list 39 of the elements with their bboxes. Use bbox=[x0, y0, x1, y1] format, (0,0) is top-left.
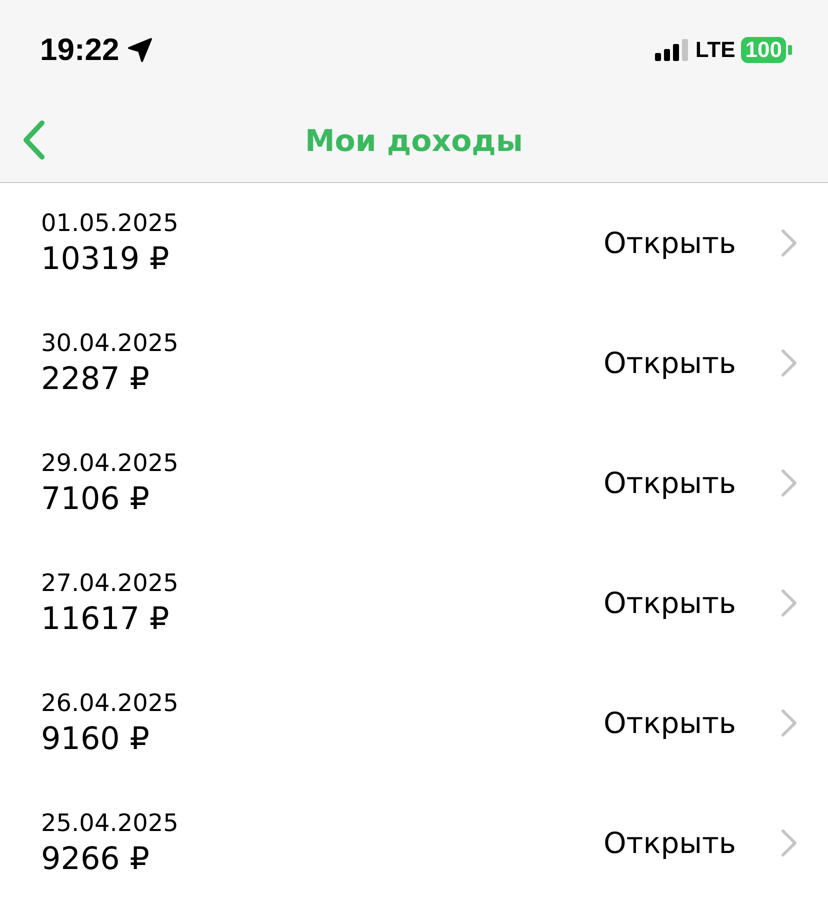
open-link[interactable]: Открыть bbox=[603, 706, 736, 740]
screen-title: Мои доходы bbox=[304, 124, 524, 158]
open-link[interactable]: Открыть bbox=[603, 826, 736, 860]
income-amount: 11617 ₽ bbox=[41, 601, 170, 637]
income-date: 29.04.2025 bbox=[41, 449, 180, 477]
open-link[interactable]: Открыть bbox=[603, 466, 736, 500]
income-row[interactable]: 26.04.2025 9160 ₽ Открыть bbox=[0, 663, 828, 783]
income-row[interactable]: 25.04.2025 9266 ₽ Открыть bbox=[0, 783, 828, 903]
income-row[interactable]: 29.04.2025 7106 ₽ Открыть bbox=[0, 423, 828, 543]
income-date: 27.04.2025 bbox=[41, 569, 180, 597]
chevron-right-icon bbox=[780, 828, 798, 858]
chevron-right-icon bbox=[780, 468, 798, 498]
income-date: 30.04.2025 bbox=[41, 329, 180, 357]
network-label: LTE bbox=[695, 37, 736, 63]
income-date: 26.04.2025 bbox=[41, 689, 180, 717]
income-row[interactable]: 01.05.2025 10319 ₽ Открыть bbox=[0, 183, 828, 303]
income-amount: 9160 ₽ bbox=[41, 721, 150, 757]
location-arrow-icon bbox=[127, 37, 154, 63]
battery-tip-icon bbox=[788, 45, 792, 55]
income-date: 25.04.2025 bbox=[41, 809, 180, 837]
signal-icon bbox=[655, 39, 690, 61]
back-button[interactable] bbox=[22, 120, 46, 160]
income-amount: 9266 ₽ bbox=[41, 841, 150, 877]
open-link[interactable]: Открыть bbox=[603, 346, 736, 380]
status-time: 19:22 bbox=[40, 32, 120, 68]
income-date: 01.05.2025 bbox=[41, 209, 180, 237]
income-amount: 2287 ₽ bbox=[41, 361, 150, 397]
back-chevron-icon bbox=[22, 120, 46, 160]
battery-level: 100 bbox=[741, 37, 786, 63]
open-link[interactable]: Открыть bbox=[603, 586, 736, 620]
chevron-right-icon bbox=[780, 708, 798, 738]
chevron-right-icon bbox=[780, 588, 798, 618]
chevron-right-icon bbox=[780, 348, 798, 378]
open-link[interactable]: Открыть bbox=[603, 226, 736, 260]
income-row[interactable]: 30.04.2025 2287 ₽ Открыть bbox=[0, 303, 828, 423]
income-amount: 7106 ₽ bbox=[41, 481, 150, 517]
income-row[interactable]: 27.04.2025 11617 ₽ Открыть bbox=[0, 543, 828, 663]
chevron-right-icon bbox=[780, 228, 798, 258]
income-amount: 10319 ₽ bbox=[41, 241, 170, 277]
